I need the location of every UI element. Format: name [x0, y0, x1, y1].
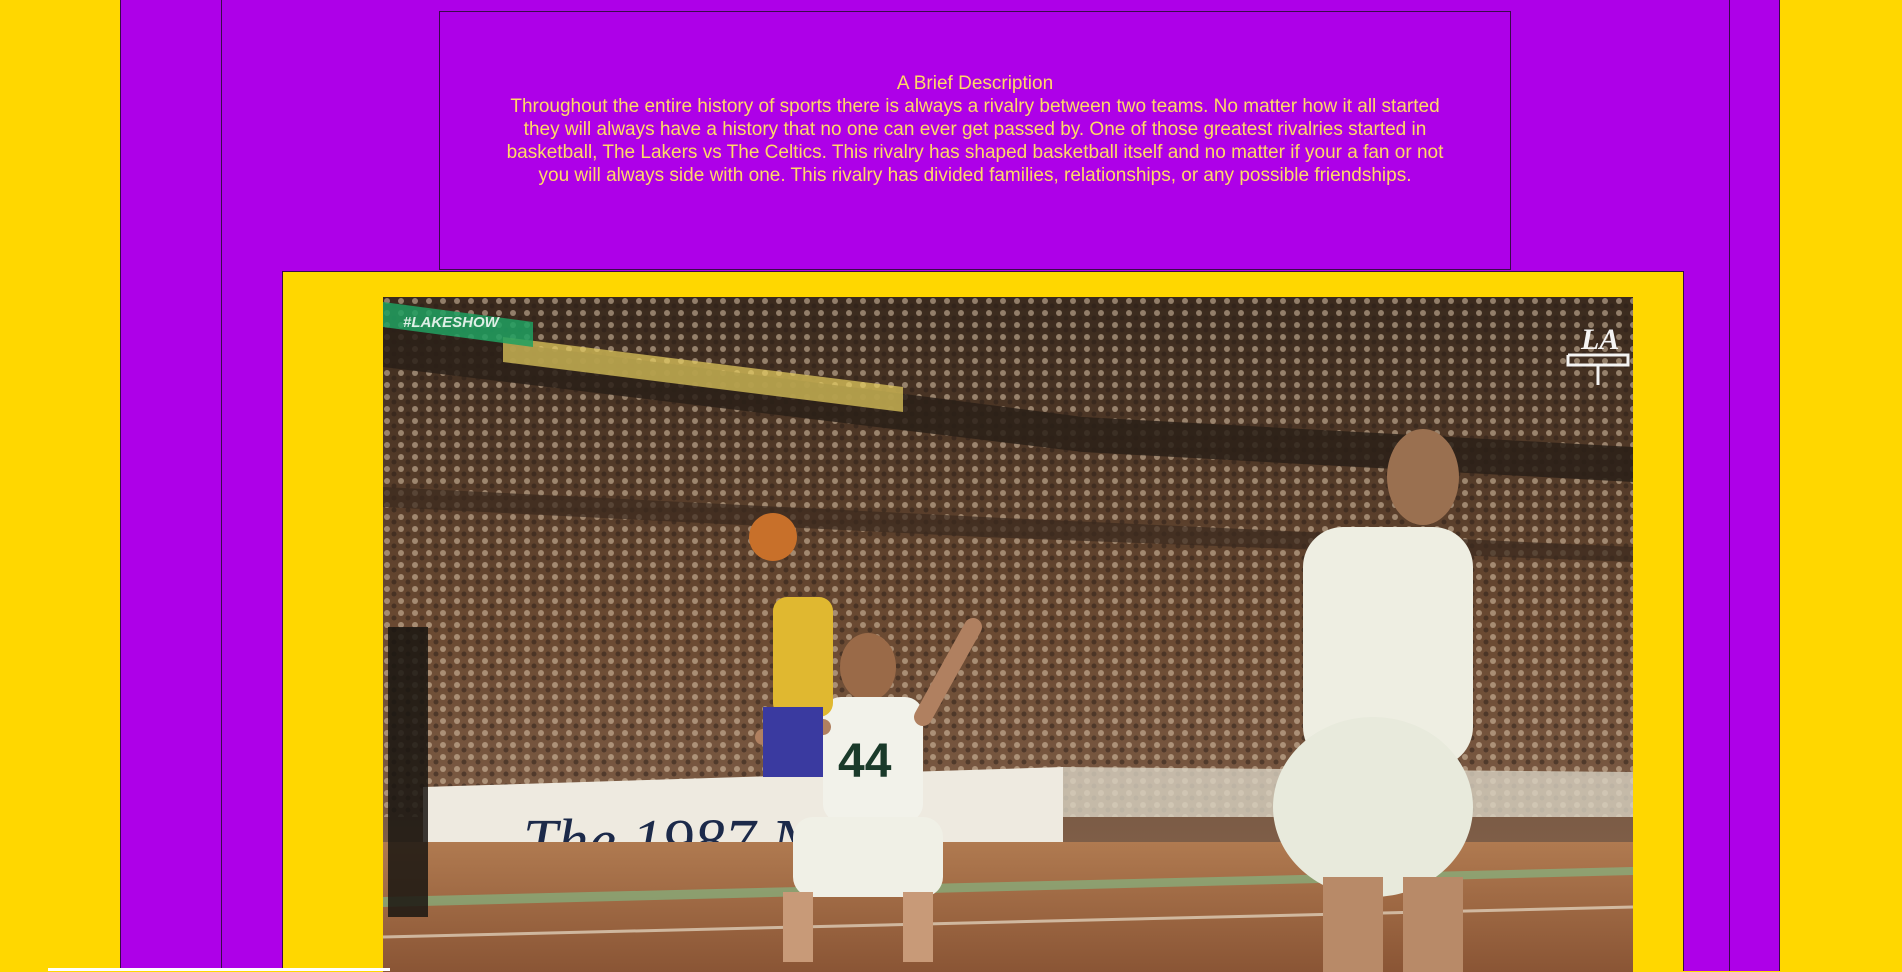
media-frame: The 1987 N 44 [282, 271, 1684, 972]
description-text: A Brief Description Throughout the entir… [500, 72, 1450, 187]
description-title: A Brief Description [896, 73, 1054, 94]
jersey-number: 44 [838, 735, 892, 788]
logo-text: LA [1580, 323, 1619, 356]
description-body: Throughout the entire history of sports … [506, 96, 1444, 186]
lakeshow-tag: #LAKESHOW [403, 314, 501, 331]
basketball-game-image: The 1987 N 44 [383, 297, 1633, 972]
description-section: A Brief Description Throughout the entir… [439, 11, 1511, 270]
